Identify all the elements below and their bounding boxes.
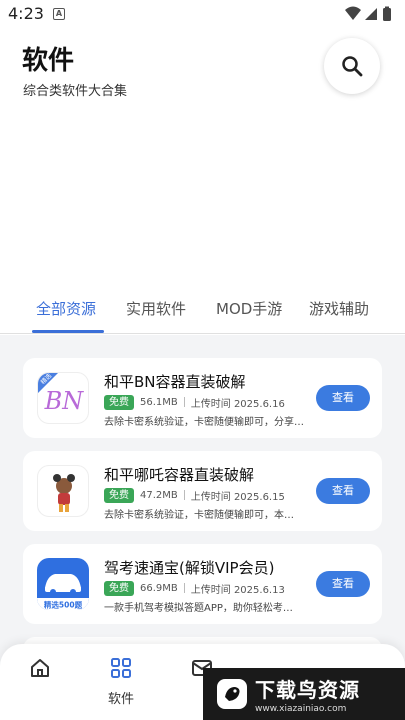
nav-home[interactable] <box>10 656 70 688</box>
upload-date: 上传时间 2025.6.13 <box>190 584 285 596</box>
view-button[interactable]: 查看 <box>316 385 370 411</box>
divider <box>183 583 185 593</box>
signal-icon <box>365 8 377 20</box>
icon-text: 精选500题 <box>44 600 83 610</box>
search-button[interactable] <box>324 38 380 94</box>
wifi-icon <box>345 6 361 20</box>
watermark-url: www.xiazainiao.com <box>255 704 347 714</box>
status-icons <box>345 6 391 21</box>
app-size: 66.9MB <box>140 582 178 594</box>
app-name: 和平哪吒容器直装破解 <box>104 466 255 484</box>
app-size: 47.2MB <box>140 489 178 501</box>
tab-mod-games[interactable]: MOD手游 <box>216 298 282 319</box>
list-item[interactable]: BN 精选 和平BN容器直装破解 免费 56.1MB 上传时间 2025.6.1… <box>23 358 382 438</box>
nav-software[interactable]: 软件 <box>91 656 151 707</box>
battery-icon <box>383 8 391 21</box>
free-badge: 免费 <box>104 487 134 503</box>
app-description: 去除卡密系统验证，卡密随便输即可，本… <box>104 510 294 521</box>
list-item[interactable]: 精选500题 驾考速通宝(解锁VIP会员) 免费 66.9MB 上传时间 202… <box>23 544 382 624</box>
bn-logo-icon: BN 精选 <box>37 372 89 424</box>
home-icon <box>31 659 49 677</box>
status-bar: 4:23 A <box>0 0 405 28</box>
nezha-character-icon <box>37 465 89 517</box>
app-meta: 免费 66.9MB 上传时间 2025.6.13 <box>104 580 285 596</box>
app-meta: 免费 56.1MB 上传时间 2025.6.16 <box>104 394 285 410</box>
view-button[interactable]: 查看 <box>316 478 370 504</box>
watermark-banner: 下载鸟资源 www.xiazainiao.com <box>203 668 405 720</box>
tab-utility-software[interactable]: 实用软件 <box>126 298 186 319</box>
active-tab-indicator <box>32 330 104 333</box>
tab-all-resources[interactable]: 全部资源 <box>36 298 96 319</box>
grid-icon <box>111 658 131 678</box>
app-description: 一款手机驾考模拟答题APP，助你轻松考… <box>104 603 293 614</box>
nav-software-label: 软件 <box>107 692 134 707</box>
tab-game-assist[interactable]: 游戏辅助 <box>309 298 369 319</box>
notification-icon: A <box>53 8 65 20</box>
search-icon <box>342 56 363 77</box>
upload-date: 上传时间 2025.6.15 <box>190 491 285 503</box>
upload-date: 上传时间 2025.6.16 <box>190 398 285 410</box>
free-badge: 免费 <box>104 394 134 410</box>
app-name: 驾考速通宝(解锁VIP会员) <box>104 559 275 577</box>
category-tabs: 全部资源 实用软件 MOD手游 游戏辅助 <box>0 290 405 334</box>
free-badge: 免费 <box>104 580 134 596</box>
bird-logo-icon <box>217 679 247 709</box>
status-time: 4:23 <box>8 4 44 23</box>
divider <box>183 490 185 500</box>
app-description: 去除卡密系统验证，卡密随便输即可，分享… <box>104 417 304 428</box>
app-size: 56.1MB <box>140 396 178 408</box>
icon-text: BN <box>44 387 85 415</box>
view-button[interactable]: 查看 <box>316 571 370 597</box>
app-name: 和平BN容器直装破解 <box>104 373 246 391</box>
page-title: 软件 <box>22 46 75 76</box>
divider <box>183 397 185 407</box>
app-meta: 免费 47.2MB 上传时间 2025.6.15 <box>104 487 285 503</box>
watermark-title: 下载鸟资源 <box>255 678 360 702</box>
page-subtitle: 综合类软件大合集 <box>23 84 128 99</box>
car-logo-icon: 精选500题 <box>37 558 89 610</box>
list-item[interactable]: 和平哪吒容器直装破解 免费 47.2MB 上传时间 2025.6.15 去除卡密… <box>23 451 382 531</box>
